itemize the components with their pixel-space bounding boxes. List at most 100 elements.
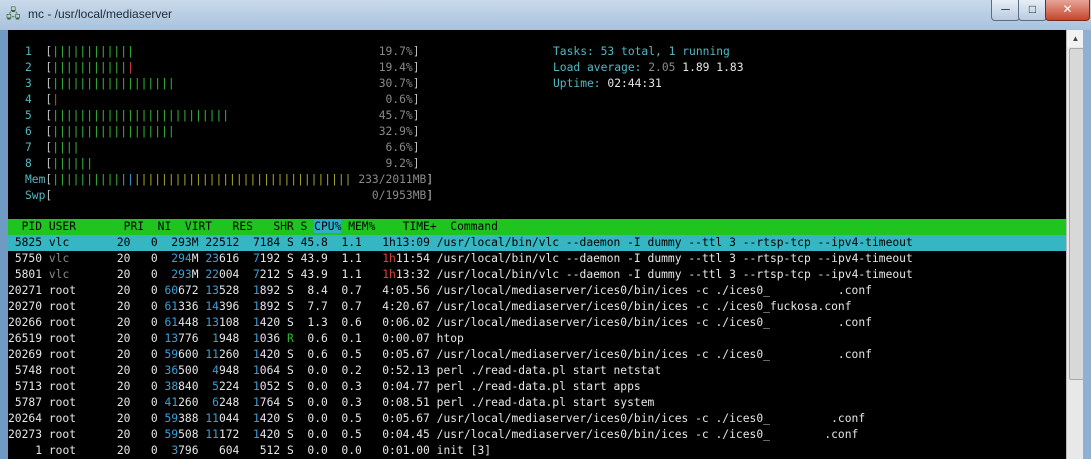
res-low: 616 <box>218 252 240 265</box>
virt-low: 600 <box>178 348 199 361</box>
scrollbar-thumb[interactable] <box>1069 48 1084 380</box>
shr-high: 1 <box>252 348 260 361</box>
time: 0:08.51 <box>382 396 430 409</box>
table-row[interactable]: 5801 vlc 20 0 293M 22004 7212 S 43.9 1.1… <box>8 267 1066 283</box>
table-row[interactable]: 1 root 20 0 3796 604 512 S 0.0 0.0 0:01.… <box>8 443 1066 459</box>
user: root <box>48 380 77 393</box>
terminal-screen[interactable]: 1 [|||||||||||| 19.7%] 2 [|||||||||||| 19… <box>8 30 1066 459</box>
shr-low: 064 <box>259 364 281 377</box>
cpu-bar-kernel: | <box>52 93 60 106</box>
time: 0:01.00 <box>382 444 430 457</box>
cpu-meter-8: 8 [|||||| 9.2%] <box>25 157 420 170</box>
time-hours: 1h <box>382 236 396 249</box>
nice: 0 <box>150 412 158 425</box>
cpu-percent: 32.9% <box>378 125 413 138</box>
header-user[interactable]: USER <box>49 220 76 233</box>
uptime-value: 02:44:31 <box>607 77 662 90</box>
header-virt[interactable]: VIRT <box>185 220 212 233</box>
tasks-label: Tasks: <box>553 45 594 58</box>
header-shr[interactable]: SHR <box>273 220 293 233</box>
cpu-percent: 43.9 <box>300 268 328 281</box>
window-frame <box>1083 30 1091 459</box>
table-row[interactable]: 5787 root 20 0 41260 6248 1764 S 0.0 0.3… <box>8 395 1066 411</box>
table-row-selected[interactable]: 5825 vlc 20 0 293M 22512 7184 S 45.8 1.1… <box>8 235 1066 251</box>
virt-high: 61 <box>164 300 179 313</box>
user: root <box>48 316 77 329</box>
mem-percent: 0.2 <box>341 364 362 377</box>
user: root <box>48 284 77 297</box>
terminal-scrollbar[interactable]: ▲ <box>1066 30 1084 459</box>
state: S <box>286 300 294 313</box>
putty-app-icon[interactable]: 🖧 <box>6 6 22 22</box>
header-ni[interactable]: NI <box>158 220 172 233</box>
pid: 5801 <box>14 268 43 281</box>
cpu-bar-user: |||||||||||||||||| <box>52 77 175 90</box>
res-low: 224 <box>218 380 240 393</box>
cpu-bar-user: |||||||||||||||||||||||||| <box>52 109 230 122</box>
command: /usr/local/bin/vlc --daemon -I dummy --t… <box>436 268 913 281</box>
cpu-percent: 0.0 <box>307 444 328 457</box>
load-15: 1.83 <box>716 61 744 74</box>
virt-high: 41 <box>164 396 179 409</box>
table-row[interactable]: 20266 root 20 0 61448 13108 1420 S 1.3 0… <box>8 315 1066 331</box>
command: /usr/local/mediaserver/ices0/bin/ices -c… <box>436 348 872 361</box>
cpu-number: 3 <box>25 77 32 90</box>
shr-high: 1 <box>252 412 260 425</box>
command: htop <box>436 332 464 345</box>
res-low: 396 <box>218 300 240 313</box>
header-pri[interactable]: PRI <box>124 220 144 233</box>
shr-low: 212 <box>259 268 281 281</box>
user: root <box>48 428 77 441</box>
table-row[interactable]: 20264 root 20 0 59388 11044 1420 S 0.0 0… <box>8 411 1066 427</box>
cpu-meter-5: 5 [|||||||||||||||||||||||||| 45.7%] <box>25 109 420 122</box>
maximize-button[interactable]: □ <box>1018 0 1047 21</box>
header-command[interactable]: Command <box>450 220 498 233</box>
table-row[interactable]: 5713 root 20 0 38840 5224 1052 S 0.0 0.3… <box>8 379 1066 395</box>
virt-low: 796 <box>178 444 199 457</box>
header-pid[interactable]: PID <box>8 220 42 233</box>
time-hours: 1h <box>382 268 396 281</box>
user: root <box>48 444 77 457</box>
shr-low: 420 <box>259 428 281 441</box>
window-titlebar[interactable]: 🖧 mc - /usr/local/mediaserver ─ □ ✕ <box>0 0 1091 30</box>
process-table-header[interactable]: PID USER PRI NI VIRT RES SHR S CPU% MEM%… <box>8 219 1066 235</box>
virt-high: 59 <box>164 412 179 425</box>
header-res[interactable]: RES <box>233 220 253 233</box>
shr-high: 1 <box>252 380 260 393</box>
cpu-percent: 43.9 <box>300 252 328 265</box>
user: root <box>48 348 77 361</box>
shr-high: 1 <box>252 332 260 345</box>
cpu-meter-2: 2 [|||||||||||| 19.4%] <box>25 61 420 74</box>
mem-percent: 0.5 <box>341 428 362 441</box>
table-row[interactable]: 5750 vlc 20 0 294M 23616 7192 S 43.9 1.1… <box>8 251 1066 267</box>
user: root <box>48 300 77 313</box>
cpu-percent: 1.3 <box>307 316 328 329</box>
table-row[interactable]: 26519 root 20 0 13776 1948 1036 R 0.6 0.… <box>8 331 1066 347</box>
nice: 0 <box>150 316 158 329</box>
priority: 20 <box>116 412 131 425</box>
table-row[interactable]: 20270 root 20 0 61336 14396 1892 S 7.7 0… <box>8 299 1066 315</box>
load-average: Load average: 2.05 1.89 1.83 <box>553 60 744 76</box>
cpu-bar-user: |||||| <box>52 157 94 170</box>
header-time[interactable]: TIME+ <box>403 220 437 233</box>
table-row[interactable]: 5748 root 20 0 36500 4948 1064 S 0.0 0.2… <box>8 363 1066 379</box>
minimize-button[interactable]: ─ <box>991 0 1020 21</box>
state: S <box>287 396 294 409</box>
header-cpu-sorted[interactable]: CPU% <box>314 220 342 233</box>
cpu-percent: 0.6 <box>307 348 328 361</box>
virt-low: 776 <box>178 332 199 345</box>
priority: 20 <box>116 284 131 297</box>
close-button[interactable]: ✕ <box>1045 0 1090 21</box>
table-row[interactable]: 20271 root 20 0 60672 13528 1892 S 8.4 0… <box>8 283 1066 299</box>
cpu-percent: 6.6% <box>385 141 413 154</box>
header-mem[interactable]: MEM% <box>348 220 376 233</box>
virt-high: 293 <box>171 236 192 249</box>
header-s[interactable]: S <box>301 220 308 233</box>
nice: 0 <box>150 364 158 377</box>
res-low: 172 <box>218 428 240 441</box>
res-high: 23 <box>205 252 219 265</box>
res-low: 604 <box>218 444 240 457</box>
table-row[interactable]: 20273 root 20 0 59508 11172 1420 S 0.0 0… <box>8 427 1066 443</box>
table-row[interactable]: 20269 root 20 0 59600 11260 1420 S 0.6 0… <box>8 347 1066 363</box>
scroll-up-arrow-icon[interactable]: ▲ <box>1067 30 1084 47</box>
